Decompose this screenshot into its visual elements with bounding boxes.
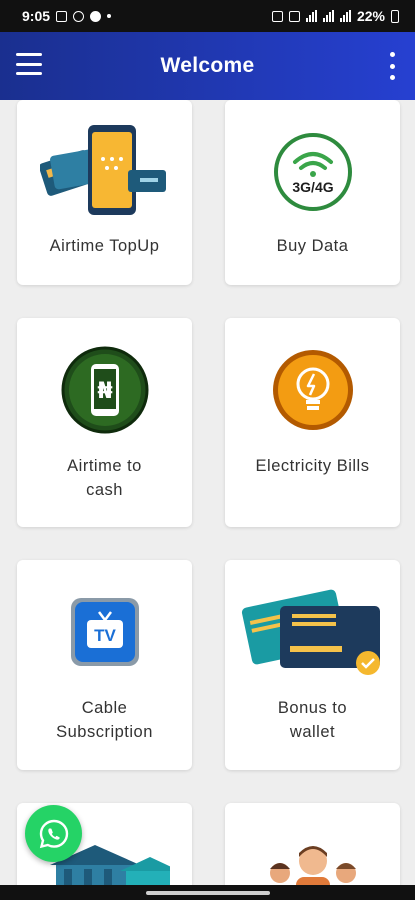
service-card-buy-data[interactable]: 3G/4G Buy Data [225,100,400,285]
signal-4g-icon [322,10,334,22]
credit-cards-icon [240,576,386,676]
service-label: Airtime to cash [67,457,142,499]
service-card-airtime-to-cash[interactable]: ₦ Airtime to cash [17,318,192,527]
data-badge-text: 3G/4G [292,179,333,195]
signal-icon [305,10,317,22]
service-label: Electricity Bills [255,457,370,475]
service-card-electricity-bills[interactable]: Electricity Bills [225,318,400,527]
service-label: Bonus to wallet [277,699,348,741]
3g-4g-wifi-icon: 3G/4G [273,132,353,212]
signal-secondary-icon [339,10,351,22]
gallery-notification-icon [56,10,68,22]
battery-percentage: 22% [356,8,385,24]
service-card-airtime-topup[interactable]: Airtime TopUp [17,100,192,285]
page-title: Welcome [160,54,255,77]
home-gesture-handle[interactable] [146,891,270,895]
tv-icon: TV [65,592,145,672]
tv-badge-text: TV [94,626,116,645]
people-group-icon [258,837,368,885]
battery-icon [391,9,399,23]
whatsapp-chat-button[interactable] [25,805,82,862]
naira-phone-icon: ₦ [61,346,149,434]
service-card-referral[interactable] [225,803,400,885]
more-vertical-icon[interactable] [387,52,397,80]
lock-icon [271,10,283,22]
naira-symbol-text: ₦ [97,379,112,404]
alarm-icon [288,10,300,22]
lightbulb-icon [271,348,355,432]
hamburger-menu-icon[interactable] [16,53,42,75]
status-bar: 9:05 22% [0,0,415,32]
services-grid: Airtime TopUp 3G/4G Buy Data ₦ Airtime t… [0,100,415,885]
whatsapp-notification-icon [73,10,85,22]
phone-card-icon [38,122,170,218]
service-label: Buy Data [276,237,349,255]
status-time: 9:05 [22,8,51,24]
app-bar: Welcome [0,32,415,100]
service-card-bonus-to-wallet[interactable]: Bonus to wallet [225,560,400,770]
service-label: Airtime TopUp [49,237,160,255]
whatsapp-icon [39,819,68,848]
more-notifications-icon [107,14,112,18]
facebook-notification-icon [90,10,102,22]
service-card-cable-subscription[interactable]: TV Cable Subscription [17,560,192,770]
service-label: Cable Subscription [56,699,153,741]
